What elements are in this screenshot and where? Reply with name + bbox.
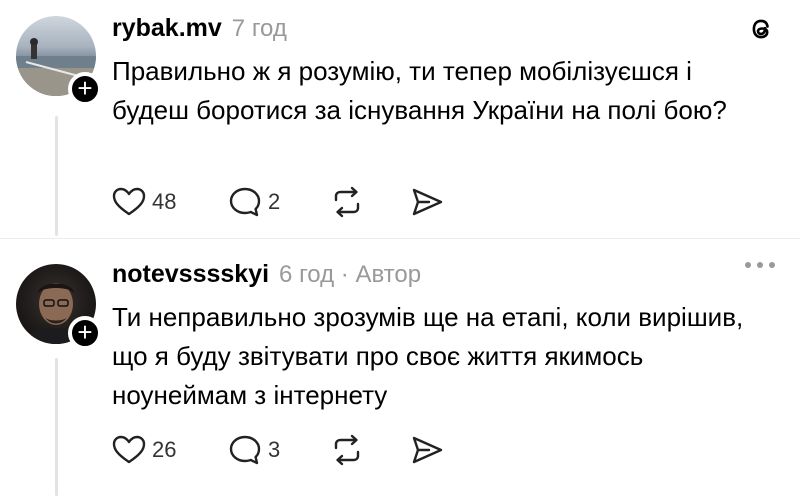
follow-plus-icon[interactable]: + <box>68 316 102 350</box>
more-icon[interactable] <box>745 262 775 268</box>
repost-icon <box>334 186 360 218</box>
like-button[interactable]: 26 <box>112 435 228 465</box>
thread-line <box>55 116 58 236</box>
more-dot <box>769 262 775 268</box>
post-time: 7 год <box>231 15 287 42</box>
follow-plus-icon[interactable]: + <box>68 72 102 106</box>
heart-icon <box>112 187 146 216</box>
post-header: notevsssskyi 6 год · Автор <box>112 260 421 289</box>
send-icon <box>412 436 443 464</box>
repost-button[interactable] <box>330 186 410 218</box>
post-actions: 26 3 <box>112 434 444 466</box>
share-button[interactable] <box>410 434 444 466</box>
repost-icon <box>334 434 360 466</box>
username[interactable]: notevsssskyi <box>112 260 269 289</box>
post-text: Ти неправильно зрозумів ще на етапі, кол… <box>112 302 744 410</box>
post-time: 6 год · Автор <box>279 261 422 288</box>
post-actions: 48 2 <box>112 186 444 218</box>
comment-icon <box>229 435 261 465</box>
like-count: 26 <box>152 437 177 462</box>
username[interactable]: rybak.mv <box>112 14 222 43</box>
heart-icon <box>112 435 146 464</box>
more-dot <box>757 262 763 268</box>
like-button[interactable]: 48 <box>112 187 228 217</box>
post-text: Правильно ж я розумію, ти тепер мобілізу… <box>112 56 727 125</box>
reply-button[interactable]: 3 <box>228 434 330 466</box>
thread-line <box>55 358 58 496</box>
threads-icon[interactable] <box>746 14 776 44</box>
send-icon <box>412 188 443 216</box>
reply-count: 3 <box>268 437 281 462</box>
post-header: rybak.mv 7 год <box>112 14 287 43</box>
reply-count: 2 <box>268 189 281 214</box>
thread-post: + rybak.mv 7 год Правильно ж я розумію, … <box>0 0 800 240</box>
like-count: 48 <box>152 189 177 214</box>
reply-button[interactable]: 2 <box>228 186 330 218</box>
comment-icon <box>229 187 261 217</box>
divider <box>0 238 800 239</box>
more-dot <box>745 262 751 268</box>
share-button[interactable] <box>410 186 444 218</box>
repost-button[interactable] <box>330 434 410 466</box>
